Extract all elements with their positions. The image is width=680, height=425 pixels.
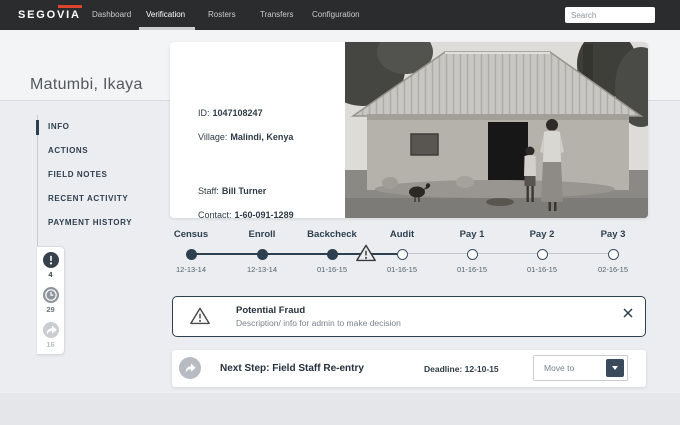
- timeline-dot-enroll[interactable]: [257, 249, 268, 260]
- timeline-label-enroll: Enroll: [222, 229, 302, 240]
- field-id-label: ID:: [198, 108, 210, 118]
- segovia-logo-text: SEGOVIA: [18, 9, 81, 21]
- sidebar-item-field-notes[interactable]: FIELD NOTES: [48, 170, 108, 182]
- photo-window: [411, 134, 438, 155]
- beneficiary-profile-card: ID:1047108247 Village:Malindi, Kenya Sta…: [170, 42, 648, 218]
- field-village: Village:Malindi, Kenya: [198, 132, 293, 144]
- exclamation-icon: [43, 252, 59, 268]
- warning-triangle-icon[interactable]: [355, 243, 377, 268]
- timeline-label-pay3: Pay 3: [573, 229, 653, 240]
- forwarded-count: 16: [37, 340, 64, 349]
- timeline-label-census: Census: [151, 229, 231, 240]
- timeline-date-census: 12-13-14: [151, 265, 231, 274]
- pending-badge[interactable]: 29: [37, 287, 64, 314]
- sidebar-item-actions[interactable]: ACTIONS: [48, 146, 88, 158]
- fraud-alert-description: Description/ info for admin to make deci…: [236, 318, 401, 328]
- search-input[interactable]: [565, 7, 655, 23]
- active-tab-underline: [139, 27, 195, 30]
- nav-item-dashboard[interactable]: Dashboard: [92, 10, 131, 19]
- sidebar-item-recent-activity[interactable]: RECENT ACTIVITY: [48, 194, 128, 206]
- forward-arrow-icon: [43, 322, 59, 338]
- timeline-pending-line: [402, 253, 613, 254]
- page-footer-strip: [0, 393, 680, 425]
- field-village-label: Village:: [198, 132, 227, 142]
- timeline-dot-pay1[interactable]: [467, 249, 478, 260]
- alerts-count: 4: [37, 270, 64, 279]
- next-step-arrow-icon: [179, 357, 201, 379]
- close-icon[interactable]: [623, 305, 633, 315]
- field-contact-label: Contact:: [198, 210, 232, 220]
- timeline-date-enroll: 12-13-14: [222, 265, 302, 274]
- top-navbar: SEGOVIA Dashboard Verification Rosters T…: [0, 0, 680, 30]
- timeline-label-backcheck: Backcheck: [292, 229, 372, 240]
- photo-doorway: [488, 122, 528, 184]
- fraud-alert-title: Potential Fraud: [236, 305, 305, 316]
- chevron-down-icon: [612, 366, 618, 370]
- timeline-date-pay1: 01-16-15: [432, 265, 512, 274]
- timeline-dot-pay3[interactable]: [608, 249, 619, 260]
- field-contact: Contact:1-60-091-1289: [198, 210, 294, 222]
- nav-item-verification[interactable]: Verification: [146, 10, 185, 19]
- nav-item-configuration[interactable]: Configuration: [312, 10, 360, 19]
- next-step-bar: Next Step: Field Staff Re-entry Deadline…: [172, 350, 646, 387]
- nav-item-rosters[interactable]: Rosters: [208, 10, 236, 19]
- sidebar-badge-card: 4 29 16: [37, 246, 65, 355]
- pending-count: 29: [37, 305, 64, 314]
- page-title: Matumbi, Ikaya: [30, 76, 143, 94]
- nav-item-transfers[interactable]: Transfers: [260, 10, 294, 19]
- timeline-dot-backcheck[interactable]: [327, 249, 338, 260]
- logo-accent-bar: [58, 5, 82, 8]
- timeline-label-pay2: Pay 2: [502, 229, 582, 240]
- next-step-label: Next Step: Field Staff Re-entry: [220, 363, 364, 374]
- sidebar-item-payment-history[interactable]: PAYMENT HISTORY: [48, 218, 132, 230]
- field-staff: Staff:Bill Turner: [198, 186, 266, 198]
- fraud-alert: Potential Fraud Description/ info for ad…: [172, 296, 646, 337]
- timeline-label-pay1: Pay 1: [432, 229, 512, 240]
- beneficiary-photo: [345, 42, 648, 218]
- move-to-label: Move to: [544, 363, 574, 373]
- next-step-deadline: Deadline: 12-10-15: [424, 364, 499, 374]
- dropdown-button[interactable]: [606, 359, 624, 377]
- field-staff-label: Staff:: [198, 186, 219, 196]
- segovia-logo[interactable]: SEGOVIA: [18, 9, 81, 21]
- move-to-dropdown[interactable]: Move to: [533, 355, 628, 381]
- photo-dark-patch: [486, 198, 514, 206]
- timeline-dot-audit[interactable]: [397, 249, 408, 260]
- field-contact-value: 1-60-091-1289: [235, 210, 294, 220]
- timeline-dot-pay2[interactable]: [537, 249, 548, 260]
- timeline-dot-census[interactable]: [186, 249, 197, 260]
- field-id: ID:1047108247: [198, 108, 263, 120]
- timeline-date-pay3: 02-16-15: [573, 265, 653, 274]
- field-village-value: Malindi, Kenya: [230, 132, 293, 142]
- alerts-badge[interactable]: 4: [37, 252, 64, 279]
- timeline-date-pay2: 01-16-15: [502, 265, 582, 274]
- timeline-label-audit: Audit: [362, 229, 442, 240]
- forwarded-badge[interactable]: 16: [37, 322, 64, 349]
- sidebar-item-info[interactable]: INFO: [48, 122, 70, 134]
- clock-icon: [43, 287, 59, 303]
- fraud-warning-triangle-icon: [189, 306, 211, 331]
- field-staff-value: Bill Turner: [222, 186, 266, 196]
- sidebar-active-indicator: [36, 120, 39, 135]
- field-id-value: 1047108247: [213, 108, 263, 118]
